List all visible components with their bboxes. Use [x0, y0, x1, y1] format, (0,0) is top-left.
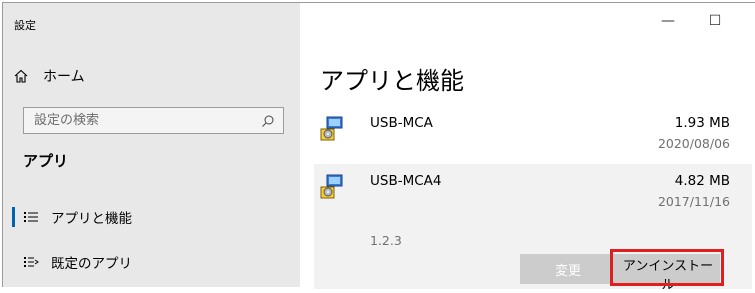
app-size: 1.93 MB: [674, 115, 730, 131]
close-button[interactable]: ✕: [746, 13, 755, 29]
modify-button[interactable]: 変更: [520, 254, 616, 284]
installer-icon: [320, 116, 346, 142]
window-title: 設定: [14, 19, 36, 32]
app-version: 1.2.3: [370, 233, 402, 248]
maximize-button[interactable]: ☐: [700, 13, 730, 29]
home-label: ホーム: [43, 69, 85, 85]
list-icon: [23, 209, 39, 225]
app-list-item[interactable]: USB-MCA 1.93 MB 2020/08/06: [314, 106, 752, 163]
section-title-apps: アプリ: [23, 152, 69, 170]
sidebar: 設定 ホーム アプリ アプリと機能: [3, 3, 300, 287]
search-icon: [261, 113, 275, 127]
home-icon: [13, 68, 29, 84]
app-list-item-selected[interactable]: USB-MCA4 4.82 MB 2017/11/16 1.2.3 変更 アンイ…: [314, 164, 752, 293]
sidebar-item-default-apps[interactable]: 既定のアプリ: [3, 244, 300, 280]
page-title: アプリと機能: [320, 67, 464, 95]
sidebar-item-label: アプリと機能: [51, 211, 132, 227]
app-name: USB-MCA4: [370, 173, 442, 189]
installer-icon: [320, 174, 346, 200]
sidebar-item-apps-features[interactable]: アプリと機能: [3, 199, 300, 235]
sidebar-item-home[interactable]: ホーム: [13, 61, 85, 91]
uninstall-button[interactable]: アンインストール: [616, 254, 720, 293]
app-size: 4.82 MB: [674, 173, 730, 189]
app-install-date: 2017/11/16: [657, 194, 730, 209]
minimize-button[interactable]: —: [653, 13, 683, 29]
active-indicator: [12, 207, 15, 227]
default-apps-icon: [23, 254, 39, 270]
sidebar-item-label: 既定のアプリ: [51, 256, 132, 272]
search-box[interactable]: [23, 107, 284, 134]
search-input[interactable]: [24, 107, 256, 134]
inactive-indicator: [12, 252, 15, 272]
app-name: USB-MCA: [370, 115, 433, 131]
app-install-date: 2020/08/06: [657, 136, 730, 151]
settings-window: 設定 ホーム アプリ アプリと機能: [2, 2, 755, 293]
main-panel: — ☐ ✕ アプリと機能 USB-MCA 1.93 MB 2020/08/06: [300, 3, 755, 293]
